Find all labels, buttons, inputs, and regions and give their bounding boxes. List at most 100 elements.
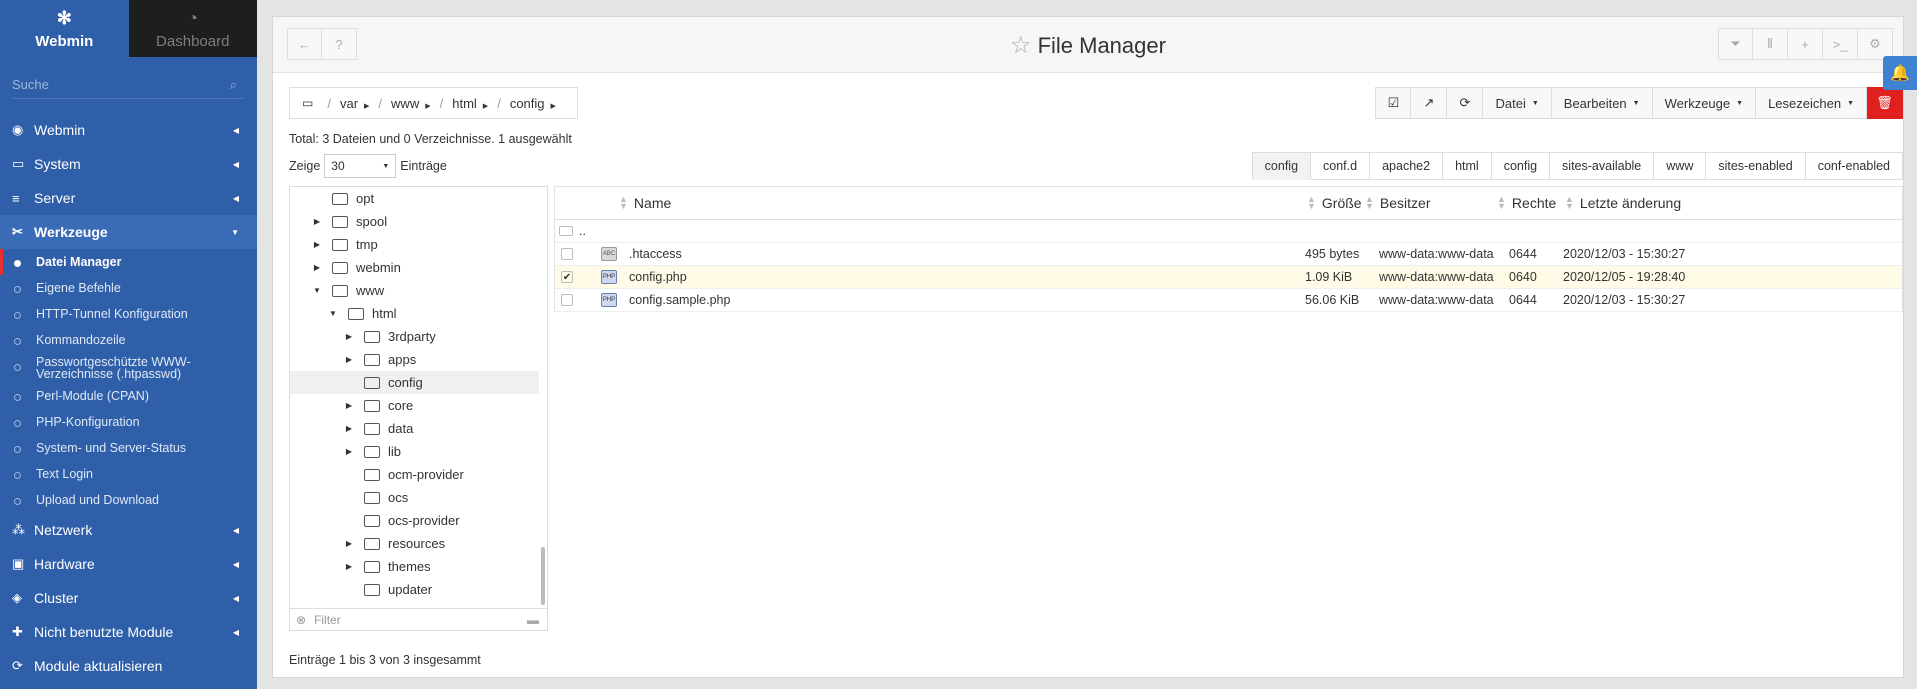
tree-node[interactable]: ▼ www xyxy=(290,279,539,302)
history-tab[interactable]: config xyxy=(1491,152,1551,180)
tree-node[interactable]: ▶ lib xyxy=(290,440,539,463)
history-tab[interactable]: www xyxy=(1654,152,1707,180)
sidebar-item-hardware[interactable]: ▣ Hardware ◀ xyxy=(0,547,257,581)
tree-scrollbar[interactable] xyxy=(541,547,545,605)
tree-node[interactable]: config xyxy=(290,371,539,394)
tree-node[interactable]: ▶ spool xyxy=(290,210,539,233)
select-all-button[interactable]: ☑ xyxy=(1375,87,1412,119)
col-name[interactable]: ▲ ▼ Name xyxy=(619,187,1307,219)
history-tab[interactable]: conf-enabled xyxy=(1805,152,1903,180)
delete-button[interactable]: 🗑 xyxy=(1867,87,1903,119)
tree-node[interactable]: ocs-provider xyxy=(290,509,539,532)
breadcrumb-item[interactable]: html ▶ xyxy=(452,96,488,111)
tree-node[interactable]: ▶ apps xyxy=(290,348,539,371)
parent-dir-row[interactable]: .. xyxy=(555,220,1902,243)
file-name[interactable]: .htaccess xyxy=(617,247,1305,261)
tree-node[interactable]: ▶ webmin xyxy=(290,256,539,279)
caret-down-icon[interactable]: ▼ xyxy=(312,286,322,295)
sidebar-subitem[interactable]: PHP-Konfiguration xyxy=(0,409,257,435)
tree-node[interactable]: ocs xyxy=(290,486,539,509)
breadcrumb-item[interactable]: var ▶ xyxy=(340,96,369,111)
caret-right-icon[interactable]: ▶ xyxy=(344,332,354,341)
filter-button[interactable]: ⏷ xyxy=(1718,28,1753,60)
sidebar-item-werkzeuge[interactable]: ✂ Werkzeuge ▼ xyxy=(0,215,257,249)
history-tab[interactable]: sites-enabled xyxy=(1706,152,1806,180)
sidebar-subitem[interactable]: Upload und Download xyxy=(0,487,257,513)
tree-node[interactable]: opt xyxy=(290,187,539,210)
sidebar-subitem[interactable]: Kommandozeile xyxy=(0,327,257,353)
caret-down-icon[interactable]: ▼ xyxy=(328,309,338,318)
tree-node[interactable]: ocm-provider xyxy=(290,463,539,486)
col-size[interactable]: ▲ ▼ Größe xyxy=(1307,187,1365,219)
clear-icon[interactable]: ⊗ xyxy=(296,613,306,627)
webmin-tab[interactable]: ✻ Webmin xyxy=(0,0,129,57)
table-row[interactable]: ABC .htaccess 495 bytes www-data:www-data 06… xyxy=(555,243,1902,266)
caret-right-icon[interactable]: ▶ xyxy=(312,240,322,249)
sidebar-subitem[interactable]: Passwortgeschützte WWW-Verzeichnisse (.h… xyxy=(0,353,257,383)
caret-right-icon[interactable]: ▶ xyxy=(312,263,322,272)
sidebar-item-webmin[interactable]: ◉ Webmin ◀ xyxy=(0,113,257,147)
caret-right-icon[interactable]: ▶ xyxy=(344,562,354,571)
sidebar-item-module-aktualisieren[interactable]: ⟳ Module aktualisieren xyxy=(0,649,257,683)
star-icon[interactable]: ☆ xyxy=(1010,32,1032,59)
breadcrumb-item[interactable]: config ▶ xyxy=(510,96,556,111)
page-length-select[interactable]: 30 ▼ xyxy=(324,154,397,178)
sidebar-subitem[interactable]: HTTP-Tunnel Konfiguration xyxy=(0,301,257,327)
notifications-button[interactable]: 🔔 xyxy=(1883,56,1917,90)
search-icon[interactable]: ⌕ xyxy=(230,77,237,93)
lesezeichen-menu[interactable]: Lesezeichen ▼ xyxy=(1756,87,1867,119)
col-perms[interactable]: ▲ ▼ Rechte xyxy=(1497,187,1565,219)
caret-right-icon[interactable]: ▶ xyxy=(312,217,322,226)
col-owner[interactable]: ▲ ▼ Besitzer xyxy=(1365,187,1497,219)
tree-node[interactable]: ▶ resources xyxy=(290,532,539,555)
sidebar-subitem[interactable]: Text Login xyxy=(0,461,257,487)
caret-right-icon[interactable]: ▶ xyxy=(344,401,354,410)
file-name[interactable]: config.sample.php xyxy=(617,293,1305,307)
history-tab[interactable]: config xyxy=(1251,152,1312,180)
table-row[interactable]: PHP config.sample.php 56.06 KiB www-data:ww… xyxy=(555,289,1902,312)
tree-node[interactable]: ▶ tmp xyxy=(290,233,539,256)
row-checkbox[interactable] xyxy=(561,248,573,260)
history-tab[interactable]: sites-available xyxy=(1550,152,1655,180)
refresh-button[interactable]: ⟳ xyxy=(1447,87,1484,119)
caret-right-icon[interactable]: ▶ xyxy=(344,355,354,364)
sidebar-item-server[interactable]: ≡ Server ◀ xyxy=(0,181,257,215)
caret-right-icon[interactable]: ▶ xyxy=(344,539,354,548)
datei-menu[interactable]: Datei ▼ xyxy=(1483,87,1552,119)
sidebar-subitem[interactable]: System- und Server-Status xyxy=(0,435,257,461)
breadcrumb-item[interactable]: www ▶ xyxy=(391,96,431,111)
caret-right-icon[interactable]: ▶ xyxy=(344,424,354,433)
search-input[interactable] xyxy=(12,71,245,99)
add-button[interactable]: + xyxy=(1788,28,1823,60)
sidebar-subitem[interactable]: Eigene Befehle xyxy=(0,275,257,301)
history-tab[interactable]: html xyxy=(1443,152,1492,180)
tree-node[interactable]: ▼ html xyxy=(290,302,539,325)
tree-filter[interactable]: ⊗ Filter ▬ xyxy=(290,608,547,630)
caret-right-icon[interactable]: ▶ xyxy=(344,447,354,456)
col-modified[interactable]: ▲ ▼ Letzte änderung xyxy=(1565,187,1695,219)
sidebar-subitem[interactable]: Perl-Module (CPAN) xyxy=(0,383,257,409)
columns-button[interactable]: ⦀ xyxy=(1753,28,1788,60)
tree-node[interactable]: ▶ themes xyxy=(290,555,539,578)
terminal-button[interactable]: >_ xyxy=(1823,28,1858,60)
history-tab[interactable]: conf.d xyxy=(1311,152,1371,180)
tree-node[interactable]: ▶ core xyxy=(290,394,539,417)
sidebar-subitem[interactable]: Datei Manager xyxy=(0,249,257,275)
sidebar-item-system[interactable]: ▭ System ◀ xyxy=(0,147,257,181)
row-checkbox[interactable]: ✔ xyxy=(561,271,573,283)
file-name[interactable]: config.php xyxy=(617,270,1305,284)
share-button[interactable]: ↗ xyxy=(1411,87,1448,119)
sidebar-item-nicht-benutzte-module[interactable]: ✚ Nicht benutzte Module ◀ xyxy=(0,615,257,649)
werkzeuge-menu[interactable]: Werkzeuge ▼ xyxy=(1652,87,1757,119)
table-row[interactable]: ✔ PHP config.php 1.09 KiB www-data:www-data 0… xyxy=(555,266,1902,289)
dashboard-tab[interactable]: ◔ Dashboard xyxy=(128,0,257,57)
history-tab[interactable]: apache2 xyxy=(1370,152,1444,180)
folders-icon[interactable]: ▭ xyxy=(302,96,313,110)
tree-node[interactable]: updater xyxy=(290,578,539,601)
sidebar-item-netzwerk[interactable]: ⁂ Netzwerk ◀ xyxy=(0,513,257,547)
tree-node[interactable]: ▶ 3rdparty xyxy=(290,325,539,348)
tree-node[interactable]: ▶ data xyxy=(290,417,539,440)
sidebar-item-cluster[interactable]: ◈ Cluster ◀ xyxy=(0,581,257,615)
row-checkbox[interactable] xyxy=(561,294,573,306)
bearbeiten-menu[interactable]: Bearbeiten ▼ xyxy=(1551,87,1653,119)
